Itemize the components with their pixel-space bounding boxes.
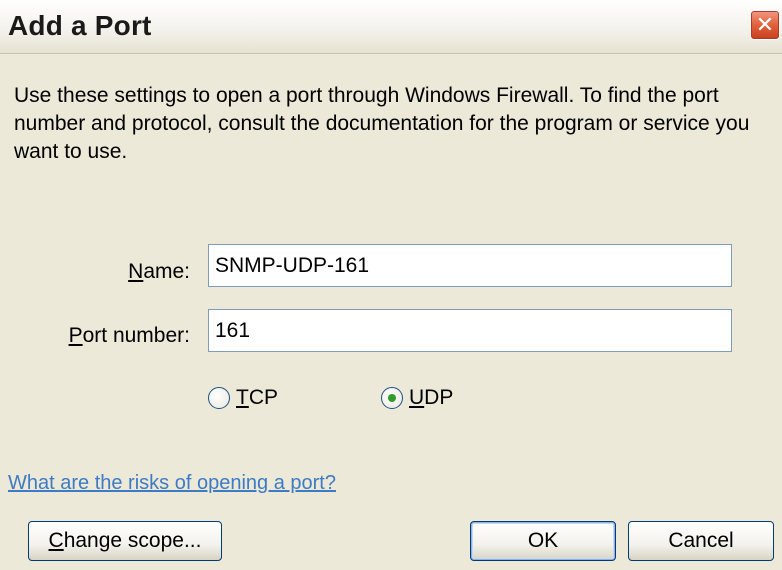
udp-label-text: DP [424, 386, 454, 409]
udp-radio-label: UDP [409, 386, 453, 410]
port-number-label: Port number: [40, 324, 190, 348]
cancel-button[interactable]: Cancel [628, 521, 774, 561]
add-port-dialog: Add a Port ✕ Use these settings to open … [0, 0, 782, 570]
tcp-radio-label: TCP [236, 386, 278, 410]
tcp-radio[interactable]: TCP [208, 386, 278, 410]
name-input[interactable] [208, 244, 732, 287]
dialog-title: Add a Port [8, 10, 152, 41]
risks-help-link[interactable]: What are the risks of opening a port? [8, 472, 336, 495]
name-label: Name: [108, 260, 190, 284]
tcp-access-key: T [236, 386, 249, 409]
radio-selected-dot [388, 394, 396, 402]
ok-button[interactable]: OK [470, 521, 616, 561]
name-label-text: ame: [143, 260, 190, 283]
change-scope-button[interactable]: Change scope... [28, 521, 222, 561]
tcp-label-text: CP [248, 386, 279, 409]
udp-radio[interactable]: UDP [381, 386, 453, 410]
change-scope-label: hange scope... [63, 529, 202, 552]
udp-access-key: U [409, 386, 425, 409]
close-button[interactable]: ✕ [750, 10, 780, 40]
port-label-text: ort number: [82, 324, 190, 347]
name-label-access-key: N [128, 260, 144, 283]
radio-unchecked-icon [208, 387, 230, 409]
port-number-input[interactable] [208, 309, 732, 352]
radio-checked-icon [381, 387, 403, 409]
close-icon: ✕ [755, 13, 775, 38]
title-bar[interactable]: Add a Port ✕ [0, 0, 782, 54]
dialog-description: Use these settings to open a port throug… [14, 84, 750, 163]
port-label-access-key: P [68, 324, 83, 347]
change-scope-access-key: C [48, 529, 64, 552]
